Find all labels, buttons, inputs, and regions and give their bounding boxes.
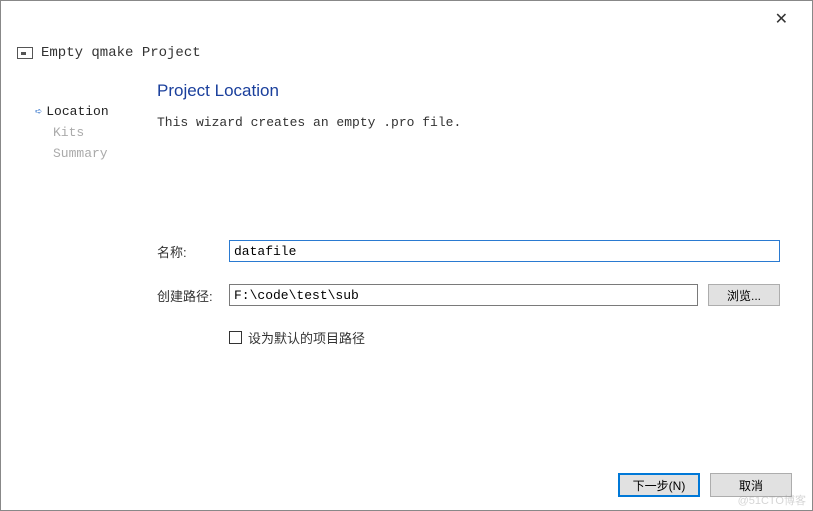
name-row: 名称: [157, 240, 780, 262]
default-path-row: 设为默认的项目路径 [157, 328, 780, 347]
close-icon[interactable]: ✕ [767, 5, 796, 33]
arrow-right-icon: ➪ [35, 104, 42, 119]
dialog-header: Empty qmake Project [1, 37, 812, 77]
next-button[interactable]: 下一步(N) [618, 473, 700, 497]
titlebar: ✕ [1, 1, 812, 37]
wizard-sidebar: ➪ Location Kits Summary [17, 77, 157, 460]
sidebar-item-summary: Summary [35, 143, 157, 164]
cancel-button[interactable]: 取消 [710, 473, 792, 497]
sidebar-item-label: Kits [53, 125, 84, 140]
dialog-body: ➪ Location Kits Summary Project Location… [1, 77, 812, 460]
page-description: This wizard creates an empty .pro file. [157, 115, 780, 130]
default-path-label: 设为默认的项目路径 [248, 328, 365, 347]
name-label: 名称: [157, 242, 219, 261]
sidebar-item-label: Location [46, 104, 108, 119]
sidebar-item-location[interactable]: ➪ Location [35, 101, 157, 122]
dialog-window: ✕ Empty qmake Project ➪ Location Kits Su… [0, 0, 813, 511]
name-input[interactable] [229, 240, 780, 262]
browse-button[interactable]: 浏览... [708, 284, 780, 306]
dialog-title: Empty qmake Project [41, 45, 201, 61]
default-path-checkbox[interactable] [229, 331, 242, 344]
path-input[interactable] [229, 284, 698, 306]
page-heading: Project Location [157, 81, 780, 101]
sidebar-item-label: Summary [53, 146, 108, 161]
project-icon [17, 47, 33, 59]
sidebar-item-kits: Kits [35, 122, 157, 143]
path-label: 创建路径: [157, 286, 219, 305]
dialog-footer: 下一步(N) 取消 [1, 460, 812, 510]
wizard-main: Project Location This wizard creates an … [157, 77, 796, 460]
path-row: 创建路径: 浏览... [157, 284, 780, 306]
